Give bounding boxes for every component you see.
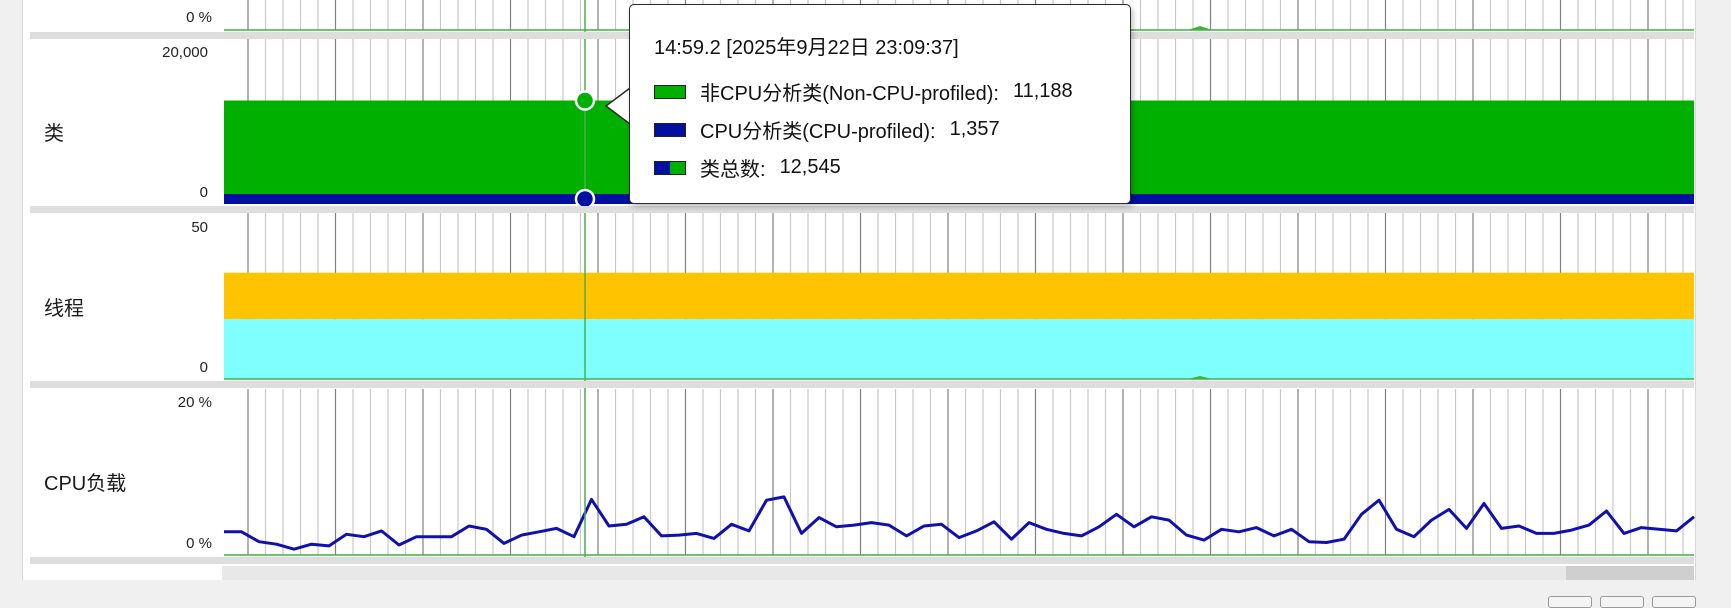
green-swatch-icon xyxy=(654,84,686,99)
data-tooltip: 14:59.2 [2025年9月22日 23:09:37] 非CPU分析类(No… xyxy=(629,4,1131,204)
toolbar-button[interactable] xyxy=(1600,596,1644,608)
threads-lower-area xyxy=(224,319,1694,379)
tooltip-row-cpu: CPU分析类(CPU-profiled): 1,357 xyxy=(654,115,1000,144)
row-separator[interactable] xyxy=(30,381,1694,388)
toolbar-button[interactable] xyxy=(1548,596,1592,608)
profiler-timeline-panel: 0 % 类 20,000 0 线程 50 0 CPU负载 20 % 0 % 14… xyxy=(0,0,1731,608)
tooltip-row-total: 类总数: 12,545 xyxy=(654,153,841,182)
top-row-axis-min: 0 % xyxy=(186,9,212,26)
non-cpu-classes-marker xyxy=(574,90,596,111)
classes-row-label: 类 xyxy=(44,123,64,145)
threads-upper-area xyxy=(224,272,1694,320)
tooltip-label: 非CPU分析类(Non-CPU-profiled): xyxy=(700,83,999,105)
blue-swatch-icon xyxy=(654,122,686,137)
row-separator[interactable] xyxy=(30,557,1694,564)
cpu-axis-min: 0 % xyxy=(186,535,212,552)
cpu-axis-max: 20 % xyxy=(177,394,212,411)
top-row-bump xyxy=(1188,26,1212,30)
tooltip-timestamp: 14:59.2 [2025年9月22日 23:09:37] xyxy=(654,37,959,59)
horizontal-scrollbar-thumb[interactable] xyxy=(1566,566,1694,580)
threads-axis-max: 50 xyxy=(191,219,208,236)
threads-axis-min: 0 xyxy=(199,359,208,376)
row-separator[interactable] xyxy=(30,206,1694,213)
mixed-swatch-icon xyxy=(654,160,686,175)
tooltip-value: 11,188 xyxy=(1012,80,1073,102)
cpu-row-label: CPU负载 xyxy=(44,473,127,495)
classes-axis-max: 20,000 xyxy=(162,44,208,61)
threads-row-label: 线程 xyxy=(44,298,84,320)
tooltip-label: CPU分析类(CPU-profiled): xyxy=(700,121,936,143)
tooltip-value: 12,545 xyxy=(779,156,841,178)
tooltip-label: 类总数: xyxy=(700,159,766,181)
toolbar-button[interactable] xyxy=(1652,596,1696,608)
tooltip-row-non-cpu: 非CPU分析类(Non-CPU-profiled): 11,188 xyxy=(654,77,1073,106)
horizontal-scrollbar-track[interactable] xyxy=(222,566,1694,580)
classes-axis-min: 0 xyxy=(199,184,208,201)
tooltip-value: 1,357 xyxy=(949,118,1000,140)
